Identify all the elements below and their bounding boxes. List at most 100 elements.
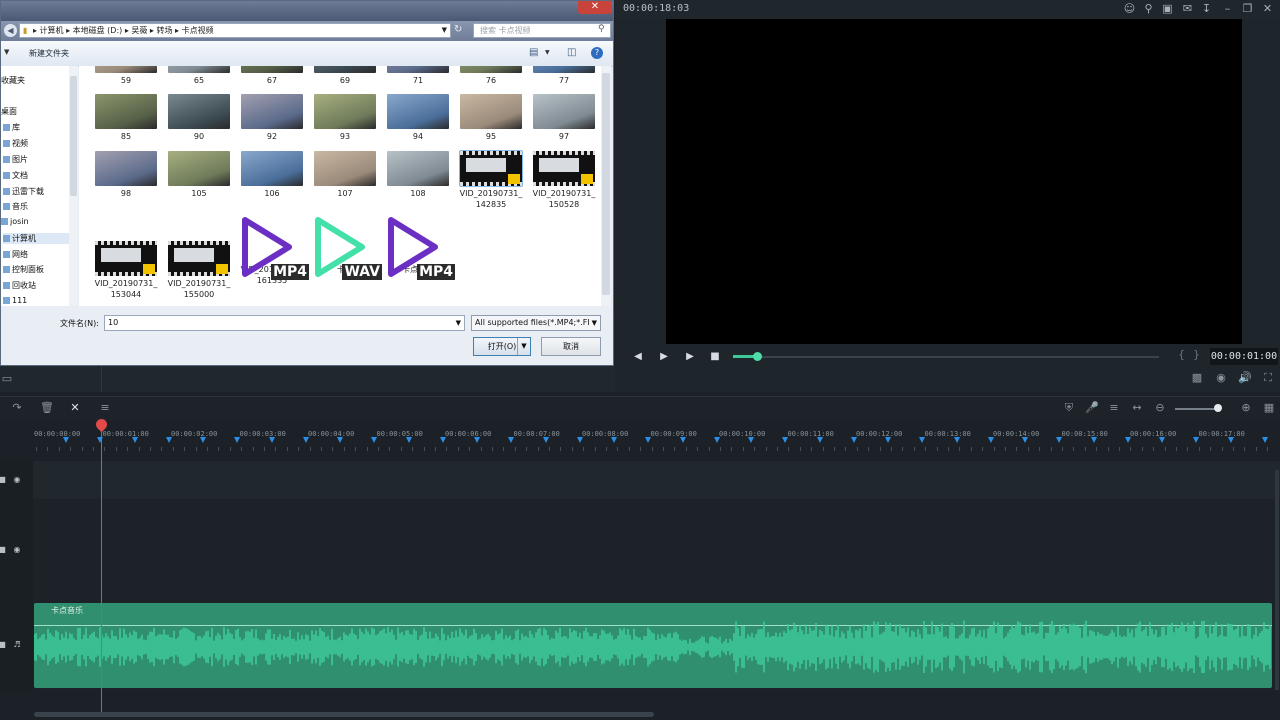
beat-marker-icon[interactable]	[474, 437, 480, 443]
beat-marker-icon[interactable]	[1090, 437, 1097, 443]
beat-marker-icon[interactable]	[131, 437, 138, 443]
beat-marker-icon[interactable]	[748, 437, 754, 443]
adjust-icon[interactable]: ≡	[98, 401, 112, 415]
refresh-icon[interactable]: ↻	[454, 24, 462, 35]
file-type-select[interactable]: All supported files(*.MP4;*.FI ▼	[471, 315, 601, 331]
beat-marker-icon[interactable]	[337, 437, 343, 443]
file-item[interactable]: 97	[531, 94, 597, 142]
file-item[interactable]: 107	[312, 151, 378, 199]
beat-marker-icon[interactable]	[268, 437, 275, 443]
chevron-down-icon[interactable]: ▼	[442, 24, 447, 37]
file-item[interactable]: 105	[166, 151, 232, 199]
fullscreen-icon[interactable]: ⛶	[1261, 371, 1275, 385]
nav-item[interactable]: 库	[3, 122, 20, 133]
timeline-vertical-scrollbar[interactable]	[1275, 470, 1279, 690]
zoom-out-icon[interactable]: ⊖	[1153, 401, 1167, 415]
nav-item[interactable]: 文档	[3, 170, 28, 181]
file-item[interactable]: 108	[385, 151, 451, 199]
nav-item[interactable]: 收藏夹	[1, 75, 25, 86]
file-item[interactable]: VID_20190731_155000	[166, 241, 232, 300]
chevron-down-icon[interactable]: ▼	[545, 49, 550, 56]
preview-pane-icon[interactable]: ◫	[567, 47, 576, 58]
filename-input[interactable]: 10 ▼	[104, 315, 465, 331]
help-icon[interactable]: ?	[591, 47, 603, 59]
cart-icon[interactable]: ⚲	[1142, 2, 1155, 15]
cut-icon[interactable]: ✕	[68, 401, 82, 415]
file-item[interactable]: 65	[166, 66, 232, 86]
shield-icon[interactable]: ⛨	[1062, 401, 1076, 415]
address-bar[interactable]: ▮ ▸ 计算机 ▸ 本地磁盘 (D:) ▸ 吴薇 ▸ 转场 ▸ 卡点视频 ▼	[19, 23, 451, 38]
beat-marker-icon[interactable]	[542, 437, 549, 443]
eye-icon[interactable]: ◉	[12, 475, 22, 485]
mark-in-out-icon[interactable]: {}	[1178, 348, 1208, 361]
back-icon[interactable]: ◀	[4, 24, 17, 37]
beat-marker-icon[interactable]	[405, 437, 412, 443]
audio-clip[interactable]: 卡点音乐	[34, 603, 1272, 688]
file-item[interactable]: VID_20190731_150528	[531, 151, 597, 210]
download-icon[interactable]: ↧	[1200, 2, 1213, 15]
mixer-icon[interactable]: ≡	[1107, 401, 1121, 415]
minimize-icon[interactable]: –	[1221, 2, 1234, 15]
file-item[interactable]: 67	[239, 66, 305, 86]
stop-icon[interactable]: ■	[708, 350, 722, 364]
file-item[interactable]: VID_20190731_153044	[93, 241, 159, 300]
nav-item[interactable]: 111	[3, 296, 27, 305]
file-item[interactable]: 85	[93, 94, 159, 142]
breadcrumb-disk[interactable]: 本地磁盘 (D:)	[73, 26, 123, 35]
breadcrumb-current[interactable]: 卡点视频	[182, 26, 214, 35]
save-icon[interactable]: ▣	[1161, 2, 1174, 15]
chevron-down-icon[interactable]: ▼	[517, 338, 530, 355]
nav-item[interactable]: 迅雷下载	[3, 186, 44, 197]
mail-icon[interactable]: ✉	[1181, 2, 1194, 15]
file-item[interactable]: MP4卡点音乐	[385, 216, 455, 280]
speaker-icon[interactable]: ♬	[12, 640, 22, 650]
nav-item[interactable]: 音乐	[3, 201, 28, 212]
play-icon[interactable]: ▶	[683, 350, 697, 364]
file-item[interactable]: 92	[239, 94, 305, 142]
file-item[interactable]: 59	[93, 66, 159, 86]
beat-marker-icon[interactable]	[1022, 437, 1028, 443]
volume-icon[interactable]: 🔊	[1238, 371, 1252, 385]
video-track-1[interactable]	[0, 461, 1280, 499]
nav-item[interactable]: 网络	[3, 249, 28, 260]
beat-marker-icon[interactable]	[885, 437, 891, 443]
new-folder-button[interactable]: 新建文件夹	[29, 48, 69, 59]
breadcrumb-computer[interactable]: 计算机	[40, 26, 64, 35]
beat-marker-icon[interactable]	[816, 437, 823, 443]
progress-track[interactable]	[733, 356, 1159, 358]
preview-screen[interactable]	[666, 19, 1242, 344]
beat-marker-icon[interactable]	[611, 437, 617, 443]
file-item[interactable]: 77	[531, 66, 597, 86]
account-icon[interactable]: ☺	[1123, 2, 1136, 15]
prev-frame-icon[interactable]: ◀	[631, 350, 645, 364]
beat-marker-icon[interactable]	[679, 437, 686, 443]
file-item[interactable]: 90	[166, 94, 232, 142]
timeline-ruler[interactable]: 00:00:00:00 00:00:01:00 00:00:02:00 00:00:0…	[0, 421, 1280, 461]
file-item[interactable]: 94	[385, 94, 451, 142]
chevron-down-icon[interactable]: ▼	[456, 316, 461, 330]
file-item[interactable]: 93	[312, 94, 378, 142]
next-frame-icon[interactable]: ▶	[657, 350, 671, 364]
file-item[interactable]: 95	[458, 94, 524, 142]
chevron-down-icon[interactable]: ▼	[591, 316, 597, 330]
delete-icon[interactable]: 🗑	[40, 401, 54, 415]
search-input[interactable]: 搜索 卡点视频	[473, 23, 611, 38]
grid-icon[interactable]: ▦	[1262, 401, 1276, 415]
nav-item[interactable]: 桌面	[1, 106, 17, 117]
playhead-line[interactable]	[101, 430, 102, 712]
breadcrumb-wuwei[interactable]: 吴薇	[131, 26, 147, 35]
timeline-scrollbar[interactable]	[34, 712, 654, 717]
snapshot-icon[interactable]: ◉	[1214, 371, 1228, 385]
file-item[interactable]: MP4VID_20190731_161335	[239, 216, 309, 286]
zoom-in-icon[interactable]: ⊕	[1239, 401, 1253, 415]
beat-marker-icon[interactable]	[1227, 437, 1234, 443]
lock-icon[interactable]: ■	[0, 640, 7, 650]
cancel-button[interactable]: 取消	[541, 337, 601, 356]
open-button[interactable]: 打开(O) ▼	[473, 337, 531, 356]
nav-item[interactable]: 图片	[3, 154, 28, 165]
lock-icon[interactable]: ■	[0, 475, 7, 485]
progress-knob[interactable]	[753, 352, 762, 361]
file-item[interactable]: 98	[93, 151, 159, 199]
file-item[interactable]: 106	[239, 151, 305, 199]
nav-scroll-thumb[interactable]	[70, 76, 77, 196]
